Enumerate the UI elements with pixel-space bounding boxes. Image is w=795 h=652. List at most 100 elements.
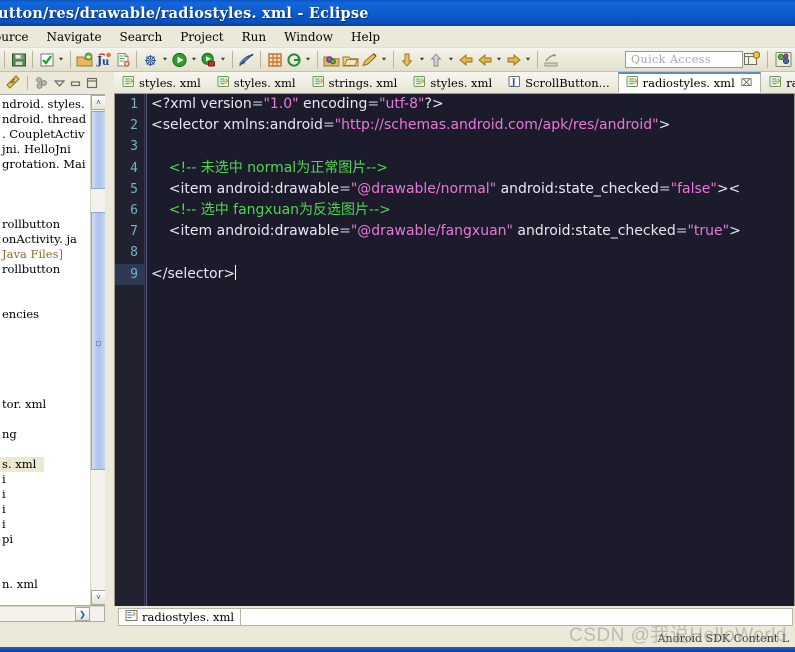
tree-row[interactable]: . CoupletActiv	[0, 127, 86, 142]
forward-dropdown-arrow[interactable]	[523, 50, 533, 69]
code-line[interactable]: <?xml version="1.0" encoding="utf-8"?>	[151, 94, 794, 115]
window-grid-icon[interactable]	[265, 50, 284, 69]
code-line[interactable]: </selector>	[151, 264, 794, 285]
xml-file-icon	[122, 75, 135, 91]
bug-icon[interactable]	[141, 50, 160, 69]
menu-help[interactable]: Help	[342, 28, 389, 46]
tree-row[interactable]: rollbutton	[0, 217, 86, 232]
run-external-dropdown-arrow[interactable]	[218, 50, 228, 69]
open-package-icon[interactable]	[322, 50, 341, 69]
menu-navigate[interactable]: Navigate	[38, 28, 111, 46]
debug-dropdown-arrow[interactable]	[160, 50, 170, 69]
code-line[interactable]: <selector xmlns:android="http://schemas.…	[151, 115, 794, 136]
close-icon[interactable]: ⌧	[741, 78, 753, 89]
tree-row[interactable]: grotation. Main	[0, 157, 86, 172]
editor-tab[interactable]: styles. xml	[209, 73, 304, 93]
save-icon[interactable]	[9, 50, 28, 69]
scroll-right-arrow-icon[interactable]: ❯	[75, 607, 90, 621]
forward-arrow-icon[interactable]	[504, 50, 523, 69]
menu-window[interactable]: Window	[275, 28, 342, 46]
editor-tab[interactable]: radiobutton. xml	[761, 73, 795, 93]
maximize-icon[interactable]	[85, 77, 98, 90]
prev-annotation-icon[interactable]	[427, 50, 446, 69]
tree-row[interactable]: ng	[0, 427, 86, 442]
package-explorer-horizontal-scrollbar[interactable]: ❯	[0, 606, 105, 622]
code-token-plain: =	[339, 180, 351, 197]
open-type-icon[interactable]	[284, 50, 303, 69]
run-green-icon[interactable]	[170, 50, 189, 69]
android-project-icon[interactable]	[75, 50, 94, 69]
xml-source-editor[interactable]: 123456789 <?xml version="1.0" encoding="…	[114, 93, 795, 652]
editor-tab-label: radiostyles. xml	[642, 76, 735, 90]
editor-stack-bottom-tabs: radiostyles. xml	[114, 606, 795, 628]
scroll-down-arrow-icon[interactable]: ˅	[91, 590, 105, 605]
code-line[interactable]: <item android:drawable="@drawable/fangxu…	[151, 221, 794, 242]
prev-annotation-dropdown-arrow[interactable]	[446, 50, 456, 69]
editor-tab-active[interactable]: radiostyles. xml ⌧	[617, 72, 762, 93]
open-perspective-icon[interactable]	[742, 50, 761, 69]
bottom-tab-radiostyles[interactable]: radiostyles. xml	[118, 608, 242, 626]
tree-row-selected[interactable]: s. xml	[0, 457, 44, 472]
xml-file-icon[interactable]	[113, 50, 132, 69]
menu-source[interactable]: ource	[0, 28, 38, 46]
checkbox-dropdown-arrow[interactable]	[56, 50, 66, 69]
package-explorer-vertical-scrollbar[interactable]: ˄ ˅	[90, 95, 105, 605]
scrollbar-thumb-upper[interactable]	[91, 111, 105, 189]
package-explorer-tree[interactable]: ndroid. styles. ndroid. threads. CoupletA…	[0, 94, 105, 606]
code-token-comment: <!-- 未选中 normal为正常图片-->	[151, 159, 389, 176]
pencil-dropdown-arrow[interactable]	[379, 50, 389, 69]
tree-row[interactable]: pi	[0, 532, 86, 547]
back-arrow-icon[interactable]	[456, 50, 475, 69]
quick-access-input[interactable]: Quick Access	[625, 51, 743, 68]
tree-row[interactable]: onActivity. ja	[0, 232, 86, 247]
tree-row[interactable]: ndroid. styles.	[0, 97, 86, 112]
tree-row[interactable]: encies	[0, 307, 86, 322]
menu-project[interactable]: Project	[171, 28, 232, 46]
pencil-icon[interactable]	[360, 50, 379, 69]
scroll-up-arrow-icon[interactable]: ˄	[91, 95, 105, 110]
checkbox-icon[interactable]	[37, 50, 56, 69]
editor-tab[interactable]: styles. xml	[405, 73, 500, 93]
next-annotation-dropdown-arrow[interactable]	[417, 50, 427, 69]
code-line[interactable]	[151, 242, 794, 263]
code-content[interactable]: <?xml version="1.0" encoding="utf-8"?> <s…	[151, 94, 794, 652]
tree-row[interactable]: i	[0, 487, 86, 502]
skip-breakpoints-icon[interactable]	[237, 50, 256, 69]
tree-row[interactable]: i	[0, 502, 86, 517]
menu-run[interactable]: Run	[233, 28, 276, 46]
editor-tab[interactable]: J ScrollButton...	[500, 73, 618, 93]
yellow-left-arrow-icon[interactable]	[475, 50, 494, 69]
view-menu-icon[interactable]	[34, 75, 50, 91]
link-editor-icon[interactable]	[5, 75, 21, 91]
junit-icon[interactable]: J u	[94, 50, 113, 69]
collapse-icon[interactable]	[53, 77, 66, 90]
editor-tab[interactable]: styles. xml	[114, 73, 209, 93]
tree-row[interactable]: Java Files]	[0, 247, 86, 262]
tree-row[interactable]: i	[0, 517, 86, 532]
eclipse-window: utton/res/drawable/radiostyles. xml - Ec…	[0, 0, 795, 652]
minimize-icon[interactable]	[69, 77, 82, 90]
next-annotation-icon[interactable]	[398, 50, 417, 69]
code-line[interactable]: <item android:drawable="@drawable/normal…	[151, 179, 794, 200]
open-type-dropdown-arrow[interactable]	[303, 50, 313, 69]
scrollbar-thumb-lower[interactable]	[91, 212, 105, 470]
tree-row[interactable]: rollbutton	[0, 262, 86, 277]
tree-row[interactable]: n. xml	[0, 577, 86, 592]
code-line[interactable]: <!-- 未选中 normal为正常图片-->	[151, 158, 794, 179]
tree-row[interactable]: tor. xml	[0, 397, 86, 412]
menu-search[interactable]: Search	[111, 28, 172, 46]
run-external-icon[interactable]	[199, 50, 218, 69]
code-token-plain: =	[658, 180, 671, 197]
tree-row[interactable]: jni. HelloJni	[0, 142, 86, 157]
java-perspective-icon[interactable]	[774, 50, 793, 69]
back-dropdown-arrow[interactable]	[494, 50, 504, 69]
tree-row[interactable]: i	[0, 472, 86, 487]
run-dropdown-arrow[interactable]	[189, 50, 199, 69]
open-folder-icon[interactable]	[341, 50, 360, 69]
editor-tab[interactable]: strings. xml	[304, 73, 406, 93]
quick-access-placeholder: Quick Access	[631, 53, 712, 66]
code-line[interactable]: <!-- 选中 fangxuan为反选图片-->	[151, 200, 794, 221]
tree-row[interactable]: ndroid. threads	[0, 112, 86, 127]
code-line[interactable]	[151, 136, 794, 157]
mark-occurrences-icon[interactable]	[542, 50, 561, 69]
